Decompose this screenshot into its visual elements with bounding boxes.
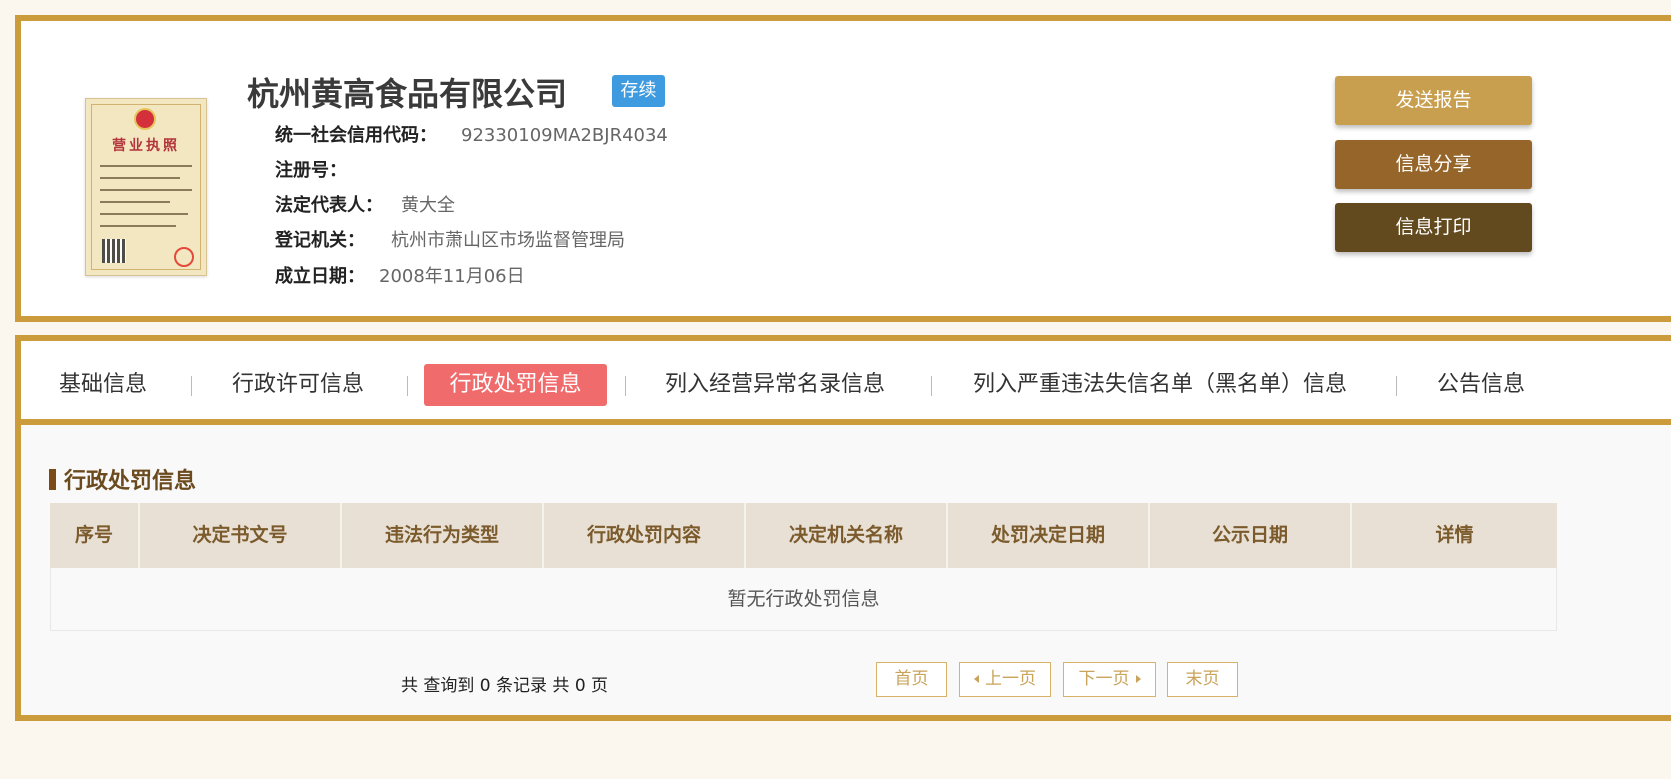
column-header: 决定机关名称: [746, 503, 948, 568]
column-header: 公示日期: [1150, 503, 1352, 568]
official-seal-icon: [174, 247, 194, 267]
table-header: 序号 决定书文号 违法行为类型 行政处罚内容 决定机关名称 处罚决定日期 公示日…: [50, 503, 1557, 568]
next-page-label: 下一页: [1078, 669, 1130, 689]
tab-separator: [1396, 376, 1397, 396]
tab-announcement[interactable]: 公告信息: [1437, 364, 1525, 406]
qr-code-icon: [102, 239, 126, 263]
national-emblem-icon: [134, 108, 156, 130]
column-header: 序号: [50, 503, 140, 568]
legal-representative-value: 黄大全: [401, 195, 455, 216]
tab-bar: 基础信息 行政许可信息 行政处罚信息 列入经营异常名录信息 列入严重违法失信名单…: [21, 341, 1671, 425]
prev-page-button[interactable]: 上一页: [959, 662, 1051, 697]
business-license-image[interactable]: 营业执照: [85, 98, 207, 276]
credit-code-label: 统一社会信用代码：: [275, 125, 437, 146]
license-text-line: [100, 201, 170, 203]
tab-admin-penalty[interactable]: 行政处罚信息: [424, 364, 607, 406]
column-header: 行政处罚内容: [544, 503, 746, 568]
tab-separator: [931, 376, 932, 396]
tab-admin-license[interactable]: 行政许可信息: [232, 364, 364, 406]
license-text-line: [100, 189, 192, 191]
tab-separator: [407, 376, 408, 396]
info-row-registration-number: 注册号：: [275, 156, 359, 182]
first-page-button[interactable]: 首页: [876, 662, 947, 697]
info-row-legal-representative: 法定代表人： 黄大全: [275, 191, 455, 217]
penalty-table: 序号 决定书文号 违法行为类型 行政处罚内容 决定机关名称 处罚决定日期 公示日…: [50, 503, 1557, 631]
credit-code-value: 92330109MA2BJR4034: [461, 125, 668, 146]
tab-basic-info[interactable]: 基础信息: [59, 364, 147, 406]
next-page-button[interactable]: 下一页: [1063, 662, 1156, 697]
status-badge: 存续: [612, 75, 665, 107]
send-report-button[interactable]: 发送报告: [1335, 76, 1532, 125]
column-header: 详情: [1435, 524, 1474, 546]
tab-separator: [191, 376, 192, 396]
company-info-card: 营业执照 杭州黄高食品有限公司 存续 统一社会信用代码： 92330109MA2B…: [15, 15, 1671, 322]
established-date-label: 成立日期：: [275, 266, 365, 287]
pager-summary: 共 查询到 0 条记录 共 0 页: [401, 676, 609, 696]
column-header: 违法行为类型: [342, 503, 544, 568]
tab-blacklist[interactable]: 列入严重违法失信名单（黑名单）信息: [973, 364, 1347, 406]
details-card: 基础信息 行政许可信息 行政处罚信息 列入经营异常名录信息 列入严重违法失信名单…: [15, 335, 1671, 721]
share-info-button[interactable]: 信息分享: [1335, 140, 1532, 189]
column-header: 决定书文号: [140, 503, 342, 568]
info-row-credit-code: 统一社会信用代码： 92330109MA2BJR4034: [275, 121, 668, 147]
print-info-button[interactable]: 信息打印: [1335, 203, 1532, 252]
chevron-left-icon: [974, 675, 979, 683]
license-text-line: [100, 225, 176, 227]
tab-separator: [625, 376, 626, 396]
info-row-registration-authority: 登记机关： 杭州市萧山区市场监督管理局: [275, 226, 625, 252]
section-title: 行政处罚信息: [49, 463, 196, 495]
license-text-line: [100, 213, 188, 215]
company-name: 杭州黄高食品有限公司: [247, 75, 568, 113]
registration-number-label: 注册号：: [275, 160, 347, 181]
last-page-button[interactable]: 末页: [1167, 662, 1238, 697]
section-marker: [49, 469, 56, 490]
section-title-text: 行政处罚信息: [64, 469, 197, 494]
empty-message: 暂无行政处罚信息: [50, 568, 1557, 631]
license-text-line: [100, 165, 192, 167]
chevron-right-icon: [1135, 675, 1141, 683]
established-date-value: 2008年11月06日: [379, 266, 525, 287]
prev-page-label: 上一页: [985, 669, 1036, 689]
tab-abnormal-operation[interactable]: 列入经营异常名录信息: [665, 364, 885, 406]
legal-representative-label: 法定代表人：: [275, 195, 383, 216]
column-header: 处罚决定日期: [948, 503, 1150, 568]
license-text-line: [100, 177, 180, 179]
registration-authority-label: 登记机关：: [275, 230, 365, 251]
license-title: 营业执照: [112, 138, 180, 154]
info-row-established-date: 成立日期： 2008年11月06日: [275, 262, 525, 288]
registration-authority-value: 杭州市萧山区市场监督管理局: [391, 230, 625, 251]
